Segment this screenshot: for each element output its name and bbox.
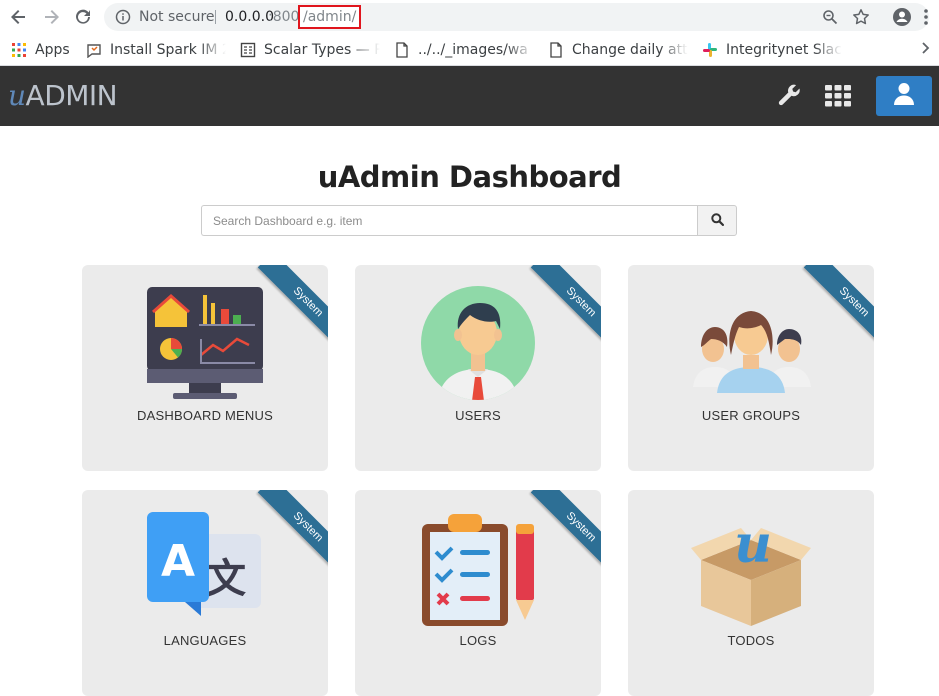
- bookmark-label: ../../_images/wa: [418, 42, 528, 58]
- bookmark-label: Integritynet Slac: [726, 42, 842, 58]
- card-label: USERS: [455, 408, 501, 423]
- bookmark-install-spark[interactable]: Install Spark IM 2: [86, 34, 226, 66]
- bookmark-label: Scalar Types — P: [264, 42, 380, 58]
- reload-icon[interactable]: [71, 5, 95, 29]
- bookmark-integritynet-slack[interactable]: Integritynet Slac: [702, 34, 842, 66]
- browser-toolbar: Not secure 0.0.0.0 :8000 /admin/: [0, 0, 939, 34]
- system-ribbon: System: [784, 265, 874, 355]
- spark-icon: [86, 42, 102, 58]
- card-dashboard-menus[interactable]: System DASHBOARD MENUS: [82, 265, 328, 471]
- svg-text:u: u: [734, 514, 772, 575]
- logo[interactable]: uADMIN: [8, 78, 118, 114]
- info-icon[interactable]: [113, 7, 133, 27]
- system-ribbon: System: [238, 490, 328, 580]
- bookmark-change-daily[interactable]: Change daily att: [548, 34, 688, 66]
- account-icon[interactable]: [890, 5, 914, 29]
- search-input[interactable]: [201, 205, 698, 236]
- logo-u: u: [8, 79, 26, 112]
- menu-icon[interactable]: [914, 5, 938, 29]
- page-title: uAdmin Dashboard: [317, 160, 622, 194]
- card-user-groups[interactable]: System USER GROUPS: [628, 265, 874, 471]
- slack-icon: [702, 42, 718, 58]
- chevron-right-icon: [922, 42, 930, 58]
- bookmark-images[interactable]: ../../_images/wa: [394, 34, 534, 66]
- url-path-highlight: /admin/: [298, 5, 362, 29]
- card-users[interactable]: System USERS: [355, 265, 601, 471]
- card-logs[interactable]: System LOGS: [355, 490, 601, 696]
- url-host: 0.0.0.0: [225, 9, 274, 25]
- dashboard-search: [201, 205, 737, 236]
- bookmark-label: Install Spark IM 2: [110, 42, 226, 58]
- user-menu-button[interactable]: [876, 76, 932, 116]
- wrench-icon[interactable]: [774, 80, 806, 112]
- bookmark-scalar-types[interactable]: Scalar Types — P: [240, 34, 380, 66]
- doc-icon: [240, 42, 256, 58]
- bookmarks-bar: Apps Install Spark IM 2 Scalar Types — P…: [0, 34, 939, 66]
- logo-text: ADMIN: [25, 79, 118, 112]
- box-icon: u: [691, 514, 811, 626]
- card-label: USER GROUPS: [701, 408, 801, 423]
- app-header: uADMIN: [0, 66, 939, 126]
- apps-grid-icon: [11, 42, 27, 58]
- bookmark-apps[interactable]: Apps: [11, 34, 70, 66]
- system-ribbon: System: [511, 490, 601, 580]
- card-label: LOGS: [459, 633, 497, 648]
- file-icon: [548, 42, 564, 58]
- card-label: DASHBOARD MENUS: [137, 408, 273, 423]
- card-label: LANGUAGES: [163, 633, 247, 648]
- address-bar[interactable]: Not secure 0.0.0.0 :8000 /admin/: [104, 3, 929, 31]
- svg-text:A: A: [161, 536, 195, 587]
- address-divider: [215, 10, 216, 24]
- grid-icon[interactable]: [822, 80, 854, 112]
- search-button[interactable]: [697, 205, 737, 236]
- user-icon: [893, 82, 915, 110]
- card-todos[interactable]: u TODOS: [628, 490, 874, 696]
- system-ribbon: System: [238, 265, 328, 355]
- bookmarks-overflow-button[interactable]: [922, 34, 930, 66]
- card-label: TODOS: [727, 633, 775, 648]
- security-label: Not secure: [139, 9, 215, 25]
- back-arrow-icon[interactable]: [7, 5, 31, 29]
- star-icon[interactable]: [851, 7, 871, 27]
- bookmark-label: Change daily att: [572, 42, 688, 58]
- search-icon: [710, 211, 724, 230]
- system-ribbon: System: [511, 265, 601, 355]
- bookmark-label: Apps: [35, 42, 70, 58]
- zoom-icon[interactable]: [820, 7, 840, 27]
- card-languages[interactable]: 文 A System LANGUAGES: [82, 490, 328, 696]
- forward-arrow-icon[interactable]: [39, 5, 63, 29]
- file-icon: [394, 42, 410, 58]
